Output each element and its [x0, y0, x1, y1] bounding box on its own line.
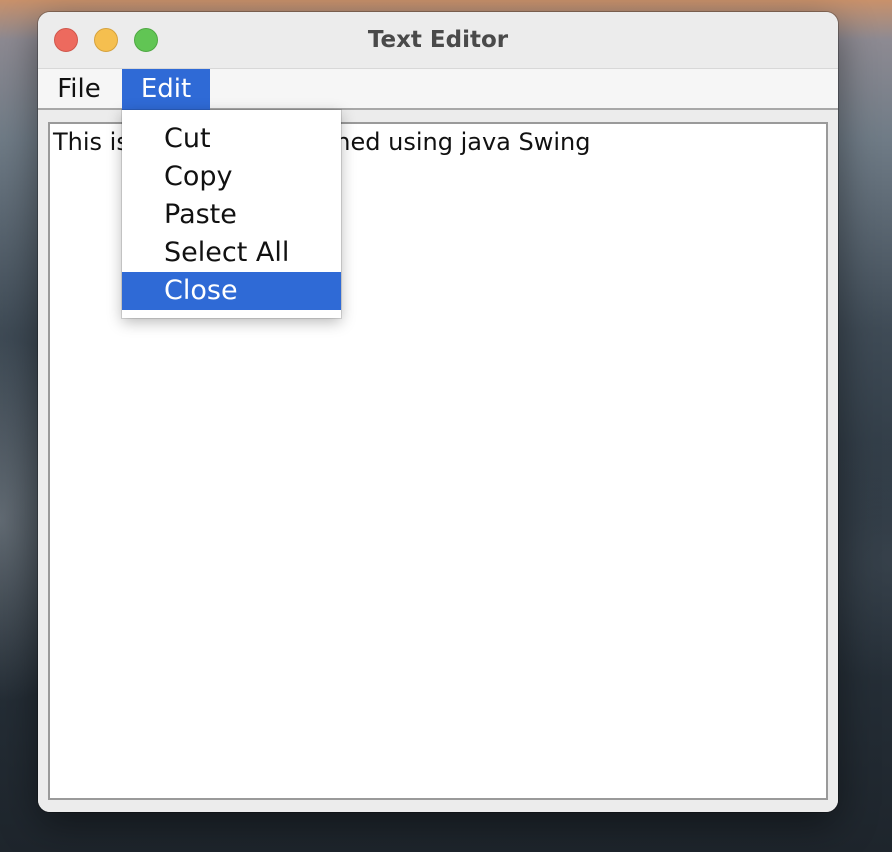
menu-item-copy[interactable]: Copy: [122, 158, 341, 196]
menu-bar: File Edit: [38, 68, 838, 110]
menu-item-close[interactable]: Close: [122, 272, 341, 310]
menu-item-cut[interactable]: Cut: [122, 120, 341, 158]
menu-edit[interactable]: Edit: [122, 69, 210, 110]
menu-item-paste[interactable]: Paste: [122, 196, 341, 234]
text-editor-window: Text Editor File Edit This is Text edito…: [38, 12, 838, 812]
window-title: Text Editor: [367, 27, 509, 53]
edit-menu-dropdown: Cut Copy Paste Select All Close: [122, 110, 341, 318]
title-bar[interactable]: Text Editor: [38, 12, 838, 68]
menu-item-select-all[interactable]: Select All: [122, 234, 341, 272]
menu-file[interactable]: File: [46, 69, 112, 110]
